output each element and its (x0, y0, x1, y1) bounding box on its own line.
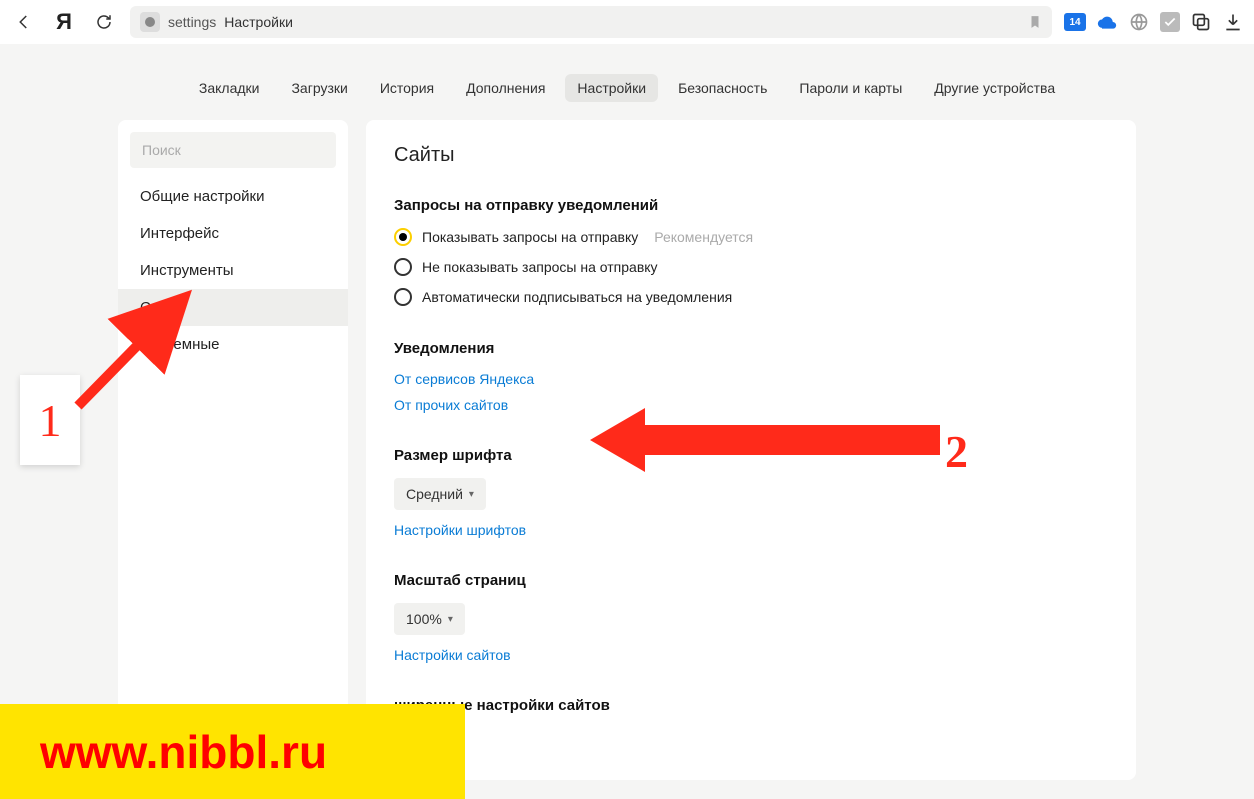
tab-extensions[interactable]: Дополнения (454, 74, 557, 102)
radio-hint: Рекомендуется (654, 229, 753, 245)
site-shield-icon (140, 12, 160, 32)
ext-check-icon[interactable] (1160, 12, 1180, 32)
link-other-sites[interactable]: От прочих сайтов (394, 397, 1108, 413)
link-font-settings[interactable]: Настройки шрифтов (394, 522, 1108, 538)
bookmark-icon[interactable] (1028, 15, 1042, 29)
link-site-settings[interactable]: Настройки сайтов (394, 647, 1108, 663)
sidebar-item-interface[interactable]: Интерфейс (118, 215, 348, 252)
link-yandex-services[interactable]: От сервисов Яндекса (394, 371, 1108, 387)
watermark-banner: www.nibbl.ru (0, 704, 465, 799)
section-notifications: Уведомления От сервисов Яндекса От прочи… (394, 340, 1108, 413)
sidebar-item-tools[interactable]: Инструменты (118, 252, 348, 289)
heading-notif-req: Запросы на отправку уведомлений (394, 197, 1108, 214)
reload-button[interactable] (90, 8, 118, 36)
settings-sidebar: Поиск Общие настройки Интерфейс Инструме… (118, 120, 348, 780)
toolbar-right: 14 (1064, 11, 1244, 33)
heading-font-size: Размер шрифта (394, 447, 1108, 464)
sidebar-item-sites[interactable]: Сайты (118, 289, 348, 326)
ext-cloud-icon[interactable] (1096, 11, 1118, 33)
tab-settings[interactable]: Настройки (565, 74, 658, 102)
radio-hide-requests[interactable]: Не показывать запросы на отправку (394, 258, 1108, 276)
chevron-down-icon: ▾ (469, 489, 474, 500)
heading-advanced-partial: ширенные настройки сайтов (394, 697, 1108, 714)
section-notification-requests: Запросы на отправку уведомлений Показыва… (394, 197, 1108, 306)
tab-bookmarks[interactable]: Закладки (187, 74, 272, 102)
select-value: Средний (406, 486, 463, 502)
url-title: Настройки (224, 14, 293, 30)
sidebar-item-system[interactable]: Системные (118, 326, 348, 363)
radio-auto-subscribe[interactable]: Автоматически подписываться на уведомлен… (394, 288, 1108, 306)
radio-label: Автоматически подписываться на уведомлен… (422, 289, 732, 305)
address-bar[interactable]: settings Настройки (130, 6, 1052, 38)
font-size-select[interactable]: Средний ▾ (394, 478, 486, 510)
tab-history[interactable]: История (368, 74, 446, 102)
browser-toolbar: Я settings Настройки 14 (0, 0, 1254, 44)
radio-label: Показывать запросы на отправку (422, 229, 638, 245)
radio-icon (394, 228, 412, 246)
main-panel: Сайты Запросы на отправку уведомлений По… (366, 120, 1136, 780)
url-scheme: settings (168, 14, 216, 30)
ext-globe-icon[interactable] (1128, 11, 1150, 33)
search-input[interactable]: Поиск (130, 132, 336, 168)
annotation-label-1: 1 (20, 375, 80, 465)
tab-security[interactable]: Безопасность (666, 74, 779, 102)
tab-downloads[interactable]: Загрузки (279, 74, 359, 102)
radio-icon (394, 288, 412, 306)
section-page-zoom: Масштаб страниц 100% ▾ Настройки сайтов (394, 572, 1108, 663)
chevron-down-icon: ▾ (448, 614, 453, 625)
page-title: Сайты (394, 144, 1108, 167)
select-value: 100% (406, 611, 442, 627)
tab-passwords[interactable]: Пароли и карты (787, 74, 914, 102)
heading-notifications: Уведомления (394, 340, 1108, 357)
radio-icon (394, 258, 412, 276)
radio-show-requests[interactable]: Показывать запросы на отправку Рекоменду… (394, 228, 1108, 246)
tab-devices[interactable]: Другие устройства (922, 74, 1067, 102)
watermark-text: www.nibbl.ru (40, 725, 327, 779)
sidebar-item-general[interactable]: Общие настройки (118, 178, 348, 215)
ext-calendar-icon[interactable]: 14 (1064, 11, 1086, 33)
settings-tabs: Закладки Загрузки История Дополнения Нас… (0, 44, 1254, 120)
annotation-label-2: 2 (945, 425, 968, 478)
back-button[interactable] (10, 8, 38, 36)
yandex-logo[interactable]: Я (50, 8, 78, 36)
downloads-icon[interactable] (1222, 11, 1244, 33)
heading-page-zoom: Масштаб страниц (394, 572, 1108, 589)
section-font-size: Размер шрифта Средний ▾ Настройки шрифто… (394, 447, 1108, 538)
content-wrap: Поиск Общие настройки Интерфейс Инструме… (0, 120, 1254, 780)
ext-chat-icon[interactable] (1190, 11, 1212, 33)
radio-label: Не показывать запросы на отправку (422, 259, 658, 275)
zoom-select[interactable]: 100% ▾ (394, 603, 465, 635)
